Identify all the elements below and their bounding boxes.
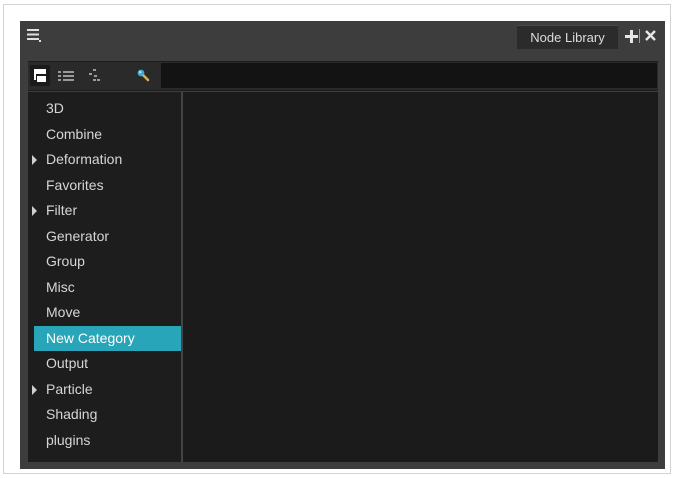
- category-label: New Category: [46, 329, 135, 346]
- category-label: Particle: [46, 380, 93, 397]
- category-item-filter[interactable]: Filter: [28, 198, 181, 224]
- category-list-pane: 3D Combine Deformation Favorites Filter …: [28, 92, 183, 462]
- category-item-plugins[interactable]: plugins: [28, 428, 181, 454]
- category-item-misc[interactable]: Misc: [28, 275, 181, 301]
- category-item-generator[interactable]: Generator: [28, 224, 181, 250]
- node-library-panel: Node Library 3D Combine Deformation Favo…: [20, 21, 665, 469]
- category-label: Favorites: [46, 176, 104, 193]
- category-label: Output: [46, 355, 89, 371]
- expand-arrow-icon[interactable]: [32, 384, 37, 395]
- hamburger-menu-icon[interactable]: [27, 28, 41, 42]
- category-label: Combine: [46, 125, 103, 142]
- category-item-move[interactable]: Move: [28, 300, 181, 326]
- category-list: 3D Combine Deformation Favorites Filter …: [28, 96, 181, 453]
- node-list-pane[interactable]: [183, 92, 658, 462]
- tab-node-library[interactable]: Node Library: [517, 25, 618, 49]
- category-item-combine[interactable]: Combine: [28, 122, 181, 148]
- category-label: Misc: [46, 278, 75, 295]
- expand-arrow-icon[interactable]: [32, 155, 37, 165]
- category-label: Shading: [46, 406, 98, 422]
- list-view-icon: [58, 71, 74, 81]
- category-item-new-category[interactable]: New Category: [34, 325, 181, 351]
- screenshot-frame: Node Library 3D Combine Deformation Favo…: [3, 4, 671, 474]
- close-icon[interactable]: [645, 30, 656, 41]
- category-item-deformation[interactable]: Deformation: [28, 147, 181, 173]
- plus-icon[interactable]: [625, 30, 638, 43]
- category-item-favorites[interactable]: Favorites: [28, 173, 181, 199]
- category-item-group[interactable]: Group: [28, 249, 181, 275]
- category-label: Deformation: [46, 151, 123, 167]
- tree-view-button[interactable]: [30, 65, 50, 86]
- hierarchy-view-icon: [89, 69, 100, 81]
- library-toolbar: [28, 61, 658, 91]
- category-label: 3D: [46, 100, 64, 116]
- category-label: Move: [46, 304, 81, 320]
- search-button[interactable]: [134, 65, 154, 86]
- category-item-3d[interactable]: 3D: [28, 96, 181, 122]
- list-view-button[interactable]: [56, 65, 76, 86]
- expand-arrow-icon[interactable]: [32, 206, 37, 216]
- category-item-shading[interactable]: Shading: [28, 402, 181, 428]
- search-icon: [137, 69, 150, 82]
- category-label: Generator: [46, 227, 110, 244]
- search-input[interactable]: [161, 63, 657, 88]
- panel-titlebar: Node Library: [20, 21, 665, 51]
- category-label: Group: [46, 253, 85, 269]
- category-label: Filter: [46, 202, 78, 218]
- category-item-output[interactable]: Output: [28, 351, 181, 377]
- category-item-particle[interactable]: Particle: [28, 377, 181, 403]
- category-label: plugins: [46, 431, 91, 448]
- titlebar-divider: [639, 29, 640, 43]
- hierarchy-view-button[interactable]: [84, 65, 104, 86]
- tree-view-icon: [34, 69, 46, 82]
